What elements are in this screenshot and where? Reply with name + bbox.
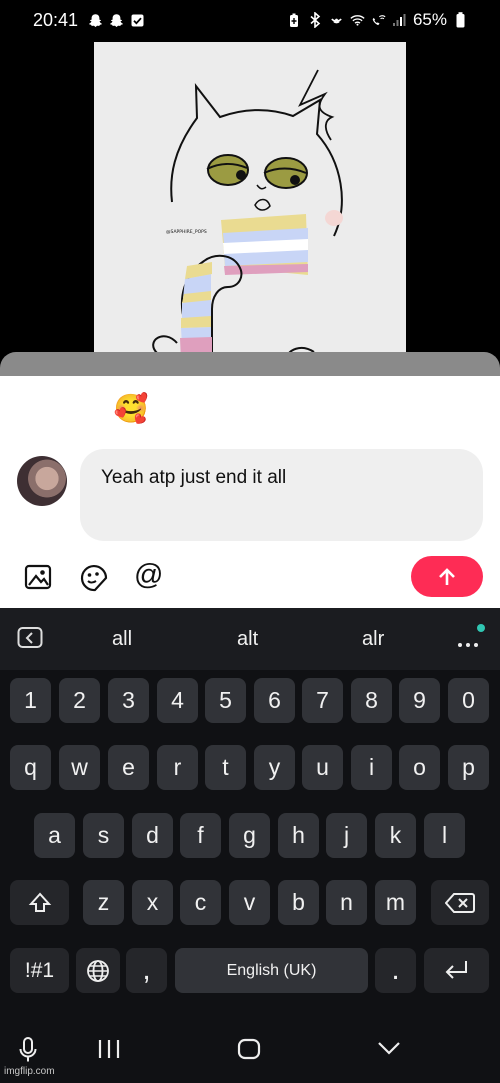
- key-4[interactable]: 4: [157, 678, 198, 723]
- checkbox-icon: [130, 13, 145, 28]
- tears-of-joy-emoji-button[interactable]: 😂: [188, 392, 232, 425]
- key-c[interactable]: c: [180, 880, 221, 925]
- suggestion-1[interactable]: all: [112, 628, 132, 651]
- imgflip-watermark: imgflip.com: [4, 1066, 55, 1077]
- key-g[interactable]: g: [229, 813, 270, 858]
- recent-apps-icon[interactable]: [97, 1039, 121, 1063]
- cat-drawing: @SAPPHIRE_POPS: [94, 42, 406, 362]
- key-a[interactable]: a: [34, 813, 75, 858]
- key-b[interactable]: b: [278, 880, 319, 925]
- microphone-icon[interactable]: [19, 1036, 37, 1068]
- battery-icon: [453, 12, 468, 28]
- bluetooth-icon: [308, 12, 323, 28]
- backspace-icon: [445, 892, 475, 913]
- key-q[interactable]: q: [10, 745, 51, 790]
- snapchat-icon: [88, 13, 103, 28]
- grinning-emoji-button[interactable]: 😁: [30, 392, 74, 425]
- key-5[interactable]: 5: [205, 678, 246, 723]
- nfc-icon: [329, 13, 344, 28]
- globe-icon: [87, 959, 109, 982]
- symbols-key[interactable]: !#1: [10, 948, 69, 993]
- notification-dot: [477, 624, 485, 632]
- smirk-emoji-button[interactable]: 😏: [347, 392, 391, 425]
- key-o[interactable]: o: [399, 745, 440, 790]
- arrow-up-icon: [439, 567, 455, 585]
- key-k[interactable]: k: [375, 813, 416, 858]
- key-7[interactable]: 7: [302, 678, 343, 723]
- period-key[interactable]: .: [375, 948, 416, 993]
- wifi-icon: [350, 13, 365, 28]
- system-nav-bar: [0, 1025, 500, 1083]
- key-z[interactable]: z: [83, 880, 124, 925]
- comment-text: Yeah atp just end it all: [101, 467, 287, 488]
- sticker-icon[interactable]: [79, 563, 109, 593]
- snapchat-icon: [109, 13, 124, 28]
- key-8[interactable]: 8: [351, 678, 392, 723]
- flushed-emoji-button[interactable]: 😳: [268, 392, 312, 425]
- shared-image-preview: @SAPPHIRE_POPS: [94, 42, 406, 362]
- key-y[interactable]: y: [254, 745, 295, 790]
- comma-key[interactable]: ,: [126, 948, 167, 993]
- key-6[interactable]: 6: [254, 678, 295, 723]
- enter-key[interactable]: [424, 948, 489, 993]
- back-chevron-icon[interactable]: [377, 1040, 401, 1060]
- mention-button[interactable]: @: [134, 560, 164, 590]
- key-1[interactable]: 1: [10, 678, 51, 723]
- more-options-icon[interactable]: [457, 635, 481, 654]
- comment-sheet: 😁 🥰 😂 😳 😏 😅 Yeah atp just end it all @: [0, 376, 500, 608]
- key-x[interactable]: x: [132, 880, 173, 925]
- key-u[interactable]: u: [302, 745, 343, 790]
- key-t[interactable]: t: [205, 745, 246, 790]
- image-picker-icon[interactable]: [24, 563, 54, 593]
- artist-watermark: @SAPPHIRE_POPS: [166, 229, 207, 235]
- key-r[interactable]: r: [157, 745, 198, 790]
- key-n[interactable]: n: [326, 880, 367, 925]
- key-f[interactable]: f: [180, 813, 221, 858]
- enter-icon: [445, 960, 467, 979]
- key-w[interactable]: w: [59, 745, 100, 790]
- key-v[interactable]: v: [229, 880, 270, 925]
- keyboard-collapse-icon[interactable]: [17, 626, 43, 654]
- status-time: 20:41: [33, 9, 79, 30]
- suggestion-2[interactable]: alt: [237, 628, 258, 651]
- key-e[interactable]: e: [108, 745, 149, 790]
- key-l[interactable]: l: [424, 813, 465, 858]
- key-3[interactable]: 3: [108, 678, 149, 723]
- key-m[interactable]: m: [375, 880, 416, 925]
- key-0[interactable]: 0: [448, 678, 489, 723]
- status-bar: 20:41 65%: [0, 0, 500, 40]
- hearts-emoji-button[interactable]: 🥰: [109, 392, 153, 425]
- space-key[interactable]: English (UK): [175, 948, 368, 993]
- comment-input[interactable]: Yeah atp just end it all: [80, 449, 483, 541]
- send-button[interactable]: [411, 556, 483, 597]
- shift-icon: [28, 892, 51, 912]
- battery-percent: 65%: [412, 10, 447, 29]
- key-2[interactable]: 2: [59, 678, 100, 723]
- home-icon[interactable]: [237, 1038, 261, 1064]
- key-j[interactable]: j: [326, 813, 367, 858]
- key-s[interactable]: s: [83, 813, 124, 858]
- suggestion-3[interactable]: alr: [362, 628, 384, 651]
- sweat-smile-emoji-button[interactable]: 😅: [426, 392, 470, 425]
- wifi-call-icon: [371, 13, 386, 28]
- key-9[interactable]: 9: [399, 678, 440, 723]
- shift-key[interactable]: [10, 880, 69, 925]
- key-d[interactable]: d: [132, 813, 173, 858]
- user-avatar[interactable]: [17, 456, 67, 506]
- backspace-key[interactable]: [431, 880, 489, 925]
- soft-keyboard: all alt alr 1 2 3 4 5 6 7 8 9 0 q w e r …: [0, 608, 500, 1083]
- signal-icon: [392, 13, 407, 28]
- key-i[interactable]: i: [351, 745, 392, 790]
- quick-emoji-row: 😁 🥰 😂 😳 😏 😅: [0, 392, 500, 425]
- key-p[interactable]: p: [448, 745, 489, 790]
- key-h[interactable]: h: [278, 813, 319, 858]
- battery-saver-icon: [287, 13, 302, 28]
- language-key[interactable]: [76, 948, 120, 993]
- suggestion-bar: all alt alr: [0, 608, 500, 670]
